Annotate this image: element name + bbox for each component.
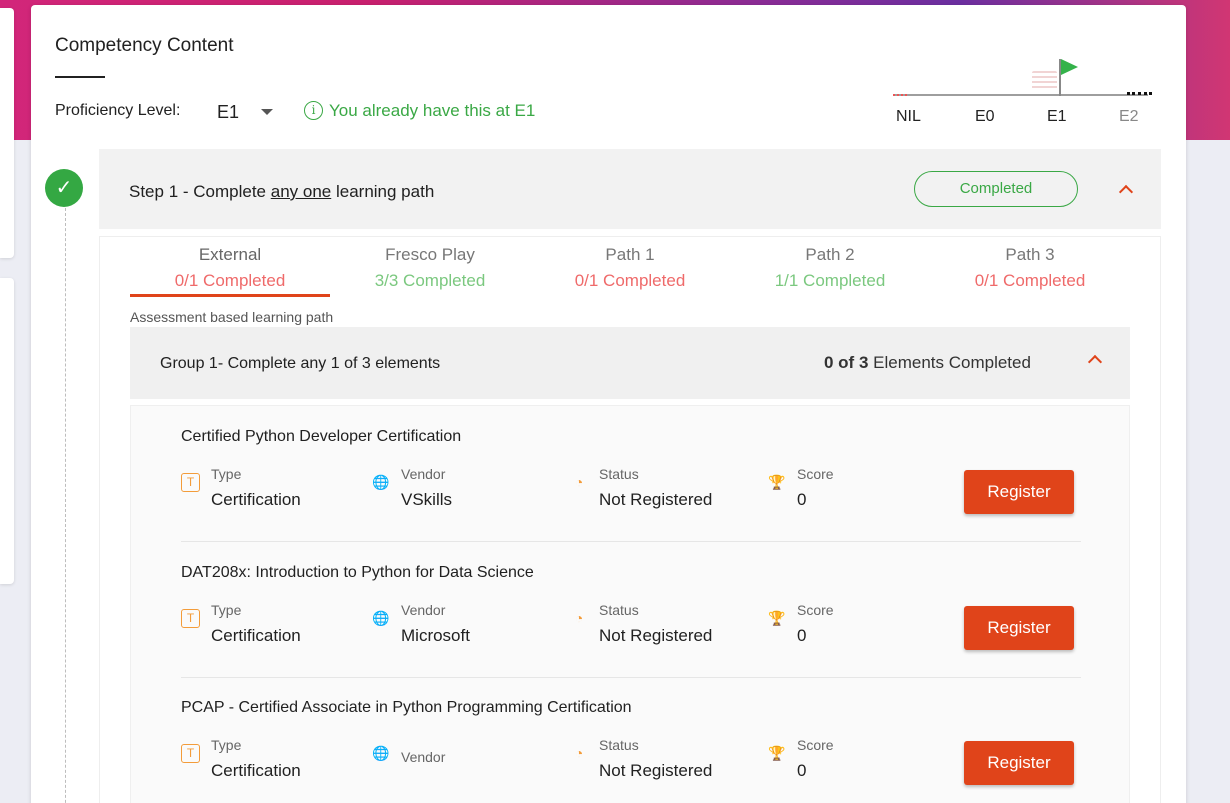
trophy-icon: 🏆 bbox=[768, 610, 786, 626]
tab-name: Fresco Play bbox=[385, 245, 475, 264]
vendor-value: VSkills bbox=[401, 490, 453, 509]
field-label: Score bbox=[797, 602, 834, 618]
item-title: Certified Python Developer Certification bbox=[181, 428, 462, 445]
step-body: External 0/1 Completed Fresco Play 3/3 C… bbox=[99, 236, 1161, 803]
field-label: Vendor bbox=[401, 749, 446, 765]
side-card bbox=[0, 278, 14, 584]
proficiency-info: You already have this at E1 bbox=[329, 101, 536, 120]
status-value: Not Registered bbox=[599, 490, 713, 509]
proficiency-scale: NIL E0 E1 E2 bbox=[891, 53, 1156, 133]
vendor-value: Microsoft bbox=[401, 626, 470, 645]
info-icon: i bbox=[304, 101, 323, 120]
flag-icon bbox=[1061, 59, 1078, 75]
type-value: Certification bbox=[211, 626, 301, 645]
status-value: Not Registered bbox=[599, 626, 713, 645]
globe-icon: 🌐 bbox=[372, 745, 390, 761]
group-count-value: 0 of 3 bbox=[824, 353, 869, 372]
scale-label-e2: E2 bbox=[1119, 108, 1139, 125]
side-card bbox=[0, 8, 14, 258]
check-icon: ✓ bbox=[45, 169, 83, 207]
tab-path-2[interactable]: Path 2 1/1 Completed bbox=[730, 237, 930, 297]
proficiency-select[interactable]: E1 bbox=[217, 102, 239, 123]
type-icon: T bbox=[181, 744, 200, 763]
trophy-icon: 🏆 bbox=[768, 474, 786, 490]
globe-icon: 🌐 bbox=[372, 610, 390, 626]
tab-status: 0/1 Completed bbox=[574, 271, 686, 290]
item-title: DAT208x: Introduction to Python for Data… bbox=[181, 564, 534, 581]
scale-label-nil: NIL bbox=[896, 108, 921, 125]
scale-progress bbox=[893, 94, 907, 96]
page-title: Competency Content bbox=[55, 35, 234, 56]
globe-icon: 🌐 bbox=[372, 474, 390, 490]
flag-detail bbox=[1032, 71, 1057, 91]
step-title: Step 1 - Complete any one learning path bbox=[129, 182, 434, 202]
field-label: Status bbox=[599, 737, 639, 753]
competency-content-card: Competency Content Proficiency Level: E1… bbox=[31, 5, 1186, 803]
scale-label-e1: E1 bbox=[1047, 108, 1067, 125]
group-title: Group 1- Complete any 1 of 3 elements bbox=[160, 355, 441, 372]
tab-path-3[interactable]: Path 3 0/1 Completed bbox=[930, 237, 1130, 297]
chevron-down-icon[interactable] bbox=[261, 109, 273, 115]
tab-status: 0/1 Completed bbox=[974, 271, 1086, 290]
step-title-suffix: learning path bbox=[331, 182, 435, 201]
tab-name: External bbox=[198, 245, 262, 264]
status-icon: ◔ bbox=[574, 610, 584, 626]
chevron-up-icon[interactable] bbox=[1087, 354, 1103, 370]
field-label: Score bbox=[797, 466, 834, 482]
tab-fresco-play[interactable]: Fresco Play 3/3 Completed bbox=[330, 237, 530, 297]
step-title-emphasis: any one bbox=[270, 182, 332, 201]
register-button[interactable]: Register bbox=[964, 606, 1074, 650]
tab-status: 3/3 Completed bbox=[374, 271, 486, 290]
type-icon: T bbox=[181, 609, 200, 628]
field-label: Status bbox=[599, 466, 639, 482]
type-value: Certification bbox=[211, 490, 301, 509]
field-label: Vendor bbox=[401, 466, 446, 482]
list-item: Certified Python Developer Certification… bbox=[181, 406, 1081, 542]
tab-name: Path 2 bbox=[805, 245, 855, 264]
proficiency-label: Proficiency Level: bbox=[55, 102, 181, 119]
active-tab-indicator bbox=[130, 294, 330, 297]
scale-label-e0: E0 bbox=[975, 108, 995, 125]
tab-external[interactable]: External 0/1 Completed bbox=[130, 237, 330, 297]
type-icon: T bbox=[181, 473, 200, 492]
score-value: 0 bbox=[797, 490, 807, 509]
group-body: Certified Python Developer Certification… bbox=[130, 405, 1130, 803]
score-value: 0 bbox=[797, 761, 807, 780]
chevron-up-icon[interactable] bbox=[1118, 184, 1134, 200]
trophy-icon: 🏆 bbox=[768, 745, 786, 761]
item-title: PCAP - Certified Associate in Python Pro… bbox=[181, 699, 632, 716]
scale-line bbox=[893, 94, 1148, 96]
field-label: Type bbox=[211, 737, 242, 753]
list-item: DAT208x: Introduction to Python for Data… bbox=[181, 542, 1081, 678]
status-badge: Completed bbox=[914, 171, 1078, 207]
register-button[interactable]: Register bbox=[964, 470, 1074, 514]
status-icon: ◔ bbox=[574, 474, 584, 490]
group-count: 0 of 3 Elements Completed bbox=[824, 353, 1031, 373]
tab-name: Path 1 bbox=[605, 245, 655, 264]
step-header[interactable]: Step 1 - Complete any one learning path … bbox=[99, 149, 1161, 229]
type-value: Certification bbox=[211, 761, 301, 780]
field-label: Type bbox=[211, 466, 242, 482]
score-value: 0 bbox=[797, 626, 807, 645]
tab-path-1[interactable]: Path 1 0/1 Completed bbox=[530, 237, 730, 297]
group-header[interactable]: Group 1- Complete any 1 of 3 elements 0 … bbox=[130, 327, 1130, 399]
field-label: Type bbox=[211, 602, 242, 618]
field-label: Vendor bbox=[401, 602, 446, 618]
field-label: Score bbox=[797, 737, 834, 753]
status-icon: ◔ bbox=[574, 745, 584, 761]
register-button[interactable]: Register bbox=[964, 741, 1074, 785]
tab-name: Path 3 bbox=[1005, 245, 1055, 264]
title-underline bbox=[55, 76, 105, 78]
tab-status: 0/1 Completed bbox=[174, 271, 286, 290]
path-description: Assessment based learning path bbox=[130, 309, 334, 325]
field-label: Status bbox=[599, 602, 639, 618]
scale-dotted-end bbox=[1127, 92, 1152, 95]
group-count-label: Elements Completed bbox=[873, 353, 1031, 372]
tab-status: 1/1 Completed bbox=[774, 271, 886, 290]
status-value: Not Registered bbox=[599, 761, 713, 780]
step-title-prefix: Step 1 - Complete bbox=[129, 182, 271, 201]
list-item: PCAP - Certified Associate in Python Pro… bbox=[181, 677, 1081, 803]
timeline-line bbox=[65, 208, 66, 803]
